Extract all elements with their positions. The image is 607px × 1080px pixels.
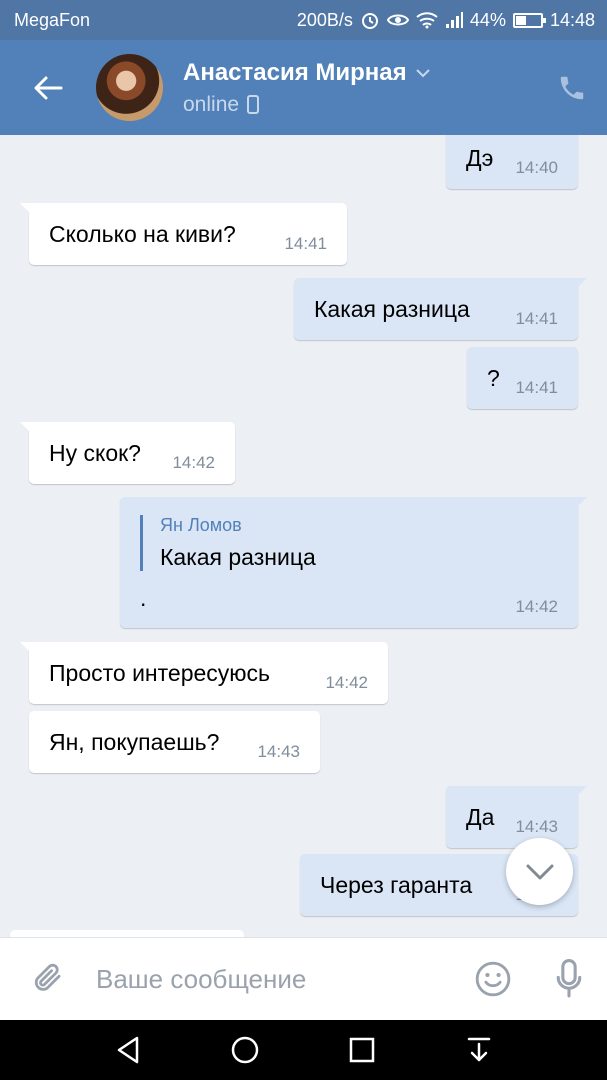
circle-home-icon — [231, 1036, 259, 1064]
presence-status: online — [183, 92, 240, 116]
clock: 14:48 — [549, 9, 595, 30]
message-time: 14:41 — [284, 234, 327, 253]
triangle-back-icon — [118, 1036, 139, 1064]
message-time: 14:42 — [515, 597, 558, 616]
message-bubble[interactable]: Да 14:43 — [446, 786, 587, 848]
message-time: 14:40 — [515, 158, 558, 177]
chevron-down-icon — [415, 68, 430, 77]
square-recents-icon — [349, 1037, 375, 1063]
contact-title[interactable]: Анастасия Мирная online — [183, 59, 537, 117]
message-bubble[interactable]: Ну скок? 14:42 — [20, 422, 235, 484]
mic-icon — [556, 959, 582, 998]
phone-icon — [560, 76, 584, 99]
signal-icon — [445, 11, 463, 29]
wifi-icon — [416, 11, 438, 29]
nav-recents-button[interactable] — [342, 1030, 382, 1070]
voice-message-button[interactable] — [531, 959, 607, 999]
system-nav-bar — [0, 1020, 607, 1080]
mobile-icon — [247, 95, 260, 114]
message-bubble[interactable]: ? 14:41 — [467, 347, 578, 409]
message-bubble[interactable]: Ян, покупаешь? 14:43 — [29, 711, 320, 773]
pull-down-icon — [467, 1037, 490, 1062]
alarm-icon — [360, 10, 380, 30]
message-list[interactable]: Дэ 14:40 Сколько на киви? 14:41 Какая ра… — [0, 135, 607, 937]
battery-icon — [512, 12, 546, 28]
message-text: Дэ — [466, 145, 494, 171]
message-text: Сколько на киви? — [49, 221, 236, 247]
chat-header: Анастасия Мирная online — [0, 40, 607, 135]
message-time: 14:41 — [515, 309, 558, 328]
message-text: Какая разница — [314, 296, 470, 322]
compose-bar — [0, 937, 607, 1020]
message-bubble[interactable]: Какая разница 14:41 — [294, 278, 587, 340]
quoted-reply[interactable]: Ян Ломов Какая разница — [140, 515, 316, 571]
call-button[interactable] — [537, 73, 607, 103]
message-time: 14:43 — [515, 817, 558, 836]
message-text: Ну скок? — [49, 440, 141, 466]
message-time: 14:41 — [515, 378, 558, 397]
message-text: Через гаранта — [320, 872, 473, 898]
carrier-name: MegaFon — [14, 9, 91, 30]
net-speed: 200B/s — [296, 9, 353, 30]
emoji-button[interactable] — [455, 960, 531, 998]
message-bubble[interactable]: Сколько на киви? 14:41 — [20, 203, 347, 265]
reply-author: Ян Ломов — [160, 515, 242, 535]
scroll-down-button[interactable] — [506, 838, 573, 905]
avatar[interactable] — [96, 54, 163, 121]
message-input[interactable] — [96, 963, 455, 995]
reply-text: Какая разница — [160, 544, 316, 570]
back-button[interactable] — [0, 40, 96, 135]
message-text: Ян, покупаешь? — [49, 729, 220, 755]
message-bubble-partial[interactable] — [10, 930, 244, 937]
message-text: Просто интересуюсь — [49, 660, 271, 686]
nav-home-button[interactable] — [225, 1030, 265, 1070]
message-bubble[interactable]: Дэ 14:40 — [446, 135, 578, 189]
message-time: 14:42 — [172, 453, 215, 472]
attach-button[interactable] — [0, 961, 96, 997]
nav-notifications-button[interactable] — [459, 1030, 499, 1070]
message-text: Да — [466, 804, 495, 830]
message-time: 14:43 — [257, 742, 300, 761]
contact-name: Анастасия Мирная — [183, 58, 407, 86]
message-text: ? — [487, 365, 500, 391]
nav-back-button[interactable] — [108, 1030, 148, 1070]
emoji-icon — [475, 961, 511, 997]
reply-message-bubble[interactable]: Ян Ломов Какая разница . 14:42 — [120, 497, 587, 628]
battery-percent: 44% — [469, 9, 506, 30]
back-arrow-icon — [34, 76, 63, 99]
message-bubble[interactable]: Просто интересуюсь 14:42 — [20, 642, 388, 704]
scroll-down-icon — [526, 864, 553, 879]
attach-icon — [34, 963, 61, 991]
status-bar: MegaFon 200B/s 44% 14:48 — [0, 0, 607, 40]
message-time: 14:42 — [325, 673, 368, 692]
eye-icon — [386, 12, 409, 28]
message-text: . — [140, 585, 147, 611]
